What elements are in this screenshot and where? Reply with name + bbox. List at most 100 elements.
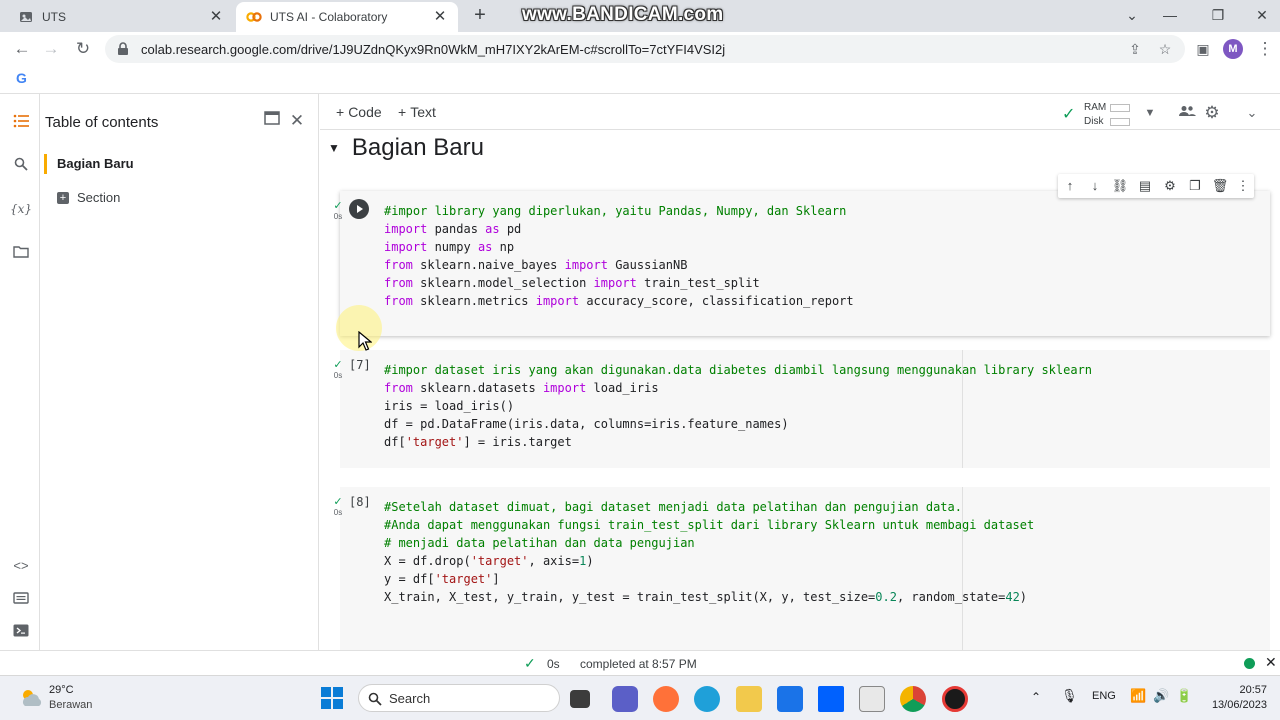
chrome-icon[interactable] bbox=[900, 686, 926, 712]
tab-uts[interactable]: UTS ✕ bbox=[8, 2, 234, 32]
address-bar[interactable]: colab.research.google.com/drive/1J9UZdnQ… bbox=[105, 35, 1185, 63]
share-icon[interactable]: ⇪ bbox=[1126, 40, 1144, 58]
restore-icon[interactable]: ❐ bbox=[1206, 4, 1230, 26]
tab-close-icon[interactable]: ✕ bbox=[208, 9, 224, 25]
cell-code[interactable]: #Setelah dataset dimuat, bagi dataset me… bbox=[384, 498, 1034, 606]
close-status-icon[interactable]: ✕ bbox=[1265, 654, 1277, 671]
code-number: 1 bbox=[579, 554, 587, 568]
cell-toolbar: ↑ ↓ ⛓ ▤ ⚙ ❐ 🗑 ⋮ bbox=[1058, 174, 1254, 198]
terminal-icon[interactable] bbox=[10, 621, 32, 643]
file-explorer-icon[interactable] bbox=[736, 686, 762, 712]
code-cell[interactable]: ✓ 0s [8] #Setelah dataset dimuat, bagi da… bbox=[333, 487, 1270, 650]
open-in-tab-icon[interactable] bbox=[261, 110, 283, 132]
dropbox-icon[interactable] bbox=[818, 686, 844, 712]
clock-time: 20:57 bbox=[1239, 684, 1267, 696]
success-check-icon: ✓ bbox=[333, 359, 343, 371]
profile-avatar[interactable]: M bbox=[1223, 39, 1243, 59]
colab-status-bar: ✓ 0s completed at 8:57 PM ✕ bbox=[0, 650, 1280, 675]
bandicam-record-icon[interactable] bbox=[942, 686, 968, 712]
code-keyword: from bbox=[384, 276, 413, 290]
system-clock[interactable]: 20:57 13/06/2023 bbox=[1205, 683, 1267, 713]
cell-code[interactable]: #impor library yang diperlukan, yaitu Pa… bbox=[384, 202, 854, 310]
colab-logo-icon bbox=[246, 9, 262, 25]
weather-condition: Berawan bbox=[49, 699, 93, 711]
code-string: 'target' bbox=[405, 435, 464, 449]
code-number: 0.2 bbox=[875, 590, 897, 604]
cloud-sun-icon bbox=[23, 690, 42, 706]
add-code-button[interactable]: + Code bbox=[336, 104, 382, 120]
connection-status-icon bbox=[1244, 658, 1255, 669]
microphone-icon[interactable]: 🎙 bbox=[1061, 688, 1078, 704]
cell-settings-icon[interactable]: ⚙ bbox=[1161, 177, 1179, 195]
collapse-caret-icon[interactable]: ▼ bbox=[328, 141, 340, 155]
toc-item-bagian-baru[interactable]: Bagian Baru bbox=[44, 154, 134, 174]
forward-icon[interactable]: → bbox=[40, 38, 62, 60]
reload-icon[interactable]: ↻ bbox=[72, 38, 94, 60]
left-sidebar: {x} <> bbox=[0, 94, 40, 650]
cell-exec-status: ✓ 0s bbox=[328, 199, 348, 221]
search-placeholder: Search bbox=[389, 691, 431, 706]
settings-gear-icon[interactable]: ⚙ bbox=[1202, 103, 1222, 123]
code-cell[interactable]: ✓ 0s #impor library yang diperlukan, yait… bbox=[333, 191, 1270, 336]
command-palette-icon[interactable] bbox=[10, 588, 32, 610]
cell-exec-time: 0s bbox=[333, 508, 343, 517]
bookmark-star-icon[interactable]: ☆ bbox=[1156, 40, 1174, 58]
expand-plus-icon[interactable]: + bbox=[57, 191, 69, 204]
minimize-icon[interactable]: — bbox=[1158, 4, 1182, 26]
teams-chat-icon[interactable] bbox=[612, 686, 638, 712]
cell-code[interactable]: #impor dataset iris yang akan digunakan.… bbox=[384, 361, 1092, 451]
move-up-icon[interactable]: ↑ bbox=[1061, 177, 1079, 195]
firefox-icon[interactable] bbox=[653, 686, 679, 712]
battery-icon[interactable]: 🔋 bbox=[1176, 688, 1192, 704]
code-cell[interactable]: ✓ 0s [7] #impor dataset iris yang akan di… bbox=[333, 350, 1270, 468]
google-bookmark-icon[interactable]: G bbox=[16, 70, 27, 86]
close-panel-icon[interactable]: ✕ bbox=[286, 110, 308, 132]
comment-icon[interactable]: ▤ bbox=[1136, 177, 1154, 195]
back-icon[interactable]: ← bbox=[11, 38, 33, 60]
run-cell-button[interactable] bbox=[349, 199, 369, 219]
delete-icon[interactable]: 🗑 bbox=[1211, 177, 1229, 195]
cell-exec-status: ✓ 0s bbox=[328, 358, 348, 380]
tab-close-icon[interactable]: ✕ bbox=[432, 9, 448, 25]
task-view-icon[interactable] bbox=[570, 690, 590, 708]
close-window-icon[interactable]: ✕ bbox=[1250, 4, 1274, 26]
variables-icon[interactable]: {x} bbox=[10, 198, 32, 220]
mirror-cell-icon[interactable]: ❐ bbox=[1186, 177, 1204, 195]
edge-icon[interactable] bbox=[694, 686, 720, 712]
taskbar-search[interactable]: Search bbox=[358, 684, 560, 712]
success-check-icon: ✓ bbox=[333, 496, 343, 508]
side-panel-icon[interactable]: ▣ bbox=[1192, 38, 1214, 60]
add-text-button[interactable]: + Text bbox=[398, 104, 436, 120]
more-options-icon[interactable]: ⋮ bbox=[1234, 177, 1252, 195]
disk-label: Disk bbox=[1084, 116, 1104, 127]
search-icon[interactable] bbox=[10, 155, 32, 177]
windows-start-icon[interactable] bbox=[321, 687, 343, 709]
wifi-icon[interactable]: 📶 bbox=[1130, 688, 1146, 704]
code-snippets-icon[interactable]: <> bbox=[10, 555, 32, 577]
code-keyword: import bbox=[535, 294, 580, 308]
share-people-icon[interactable] bbox=[1177, 103, 1197, 123]
browser-menu-icon[interactable]: ⋮ bbox=[1254, 38, 1276, 60]
tab-colab[interactable]: UTS AI - Colaboratory ✕ bbox=[236, 2, 458, 32]
runtime-dropdown-icon[interactable]: ▼ bbox=[1140, 103, 1160, 123]
mail-icon[interactable] bbox=[777, 686, 803, 712]
cell-exec-status: ✓ 0s bbox=[328, 495, 348, 517]
link-icon[interactable]: ⛓ bbox=[1111, 177, 1129, 195]
section-title: Bagian Baru bbox=[351, 134, 484, 161]
table-of-contents-icon[interactable] bbox=[10, 112, 32, 134]
new-tab-icon[interactable]: + bbox=[470, 5, 490, 26]
toc-item-section[interactable]: + Section bbox=[57, 190, 120, 205]
code-keyword: import bbox=[384, 240, 428, 254]
language-indicator[interactable]: ENG bbox=[1092, 690, 1116, 702]
volume-icon[interactable]: 🔊 bbox=[1153, 688, 1169, 704]
amazon-icon[interactable] bbox=[859, 686, 885, 712]
show-hidden-icons[interactable]: ⌃ bbox=[1031, 690, 1041, 704]
clock-date: 13/06/2023 bbox=[1211, 699, 1267, 711]
mouse-pointer-icon bbox=[358, 330, 373, 351]
recording-watermark: www.BANDICAM.com bbox=[522, 4, 724, 25]
tab-search-icon[interactable]: ⌄ bbox=[1120, 4, 1144, 26]
move-down-icon[interactable]: ↓ bbox=[1086, 177, 1104, 195]
section-header[interactable]: ▼ Bagian Baru bbox=[328, 134, 484, 162]
files-folder-icon[interactable] bbox=[10, 242, 32, 264]
collapse-chevron-icon[interactable]: ⌄ bbox=[1242, 103, 1262, 123]
